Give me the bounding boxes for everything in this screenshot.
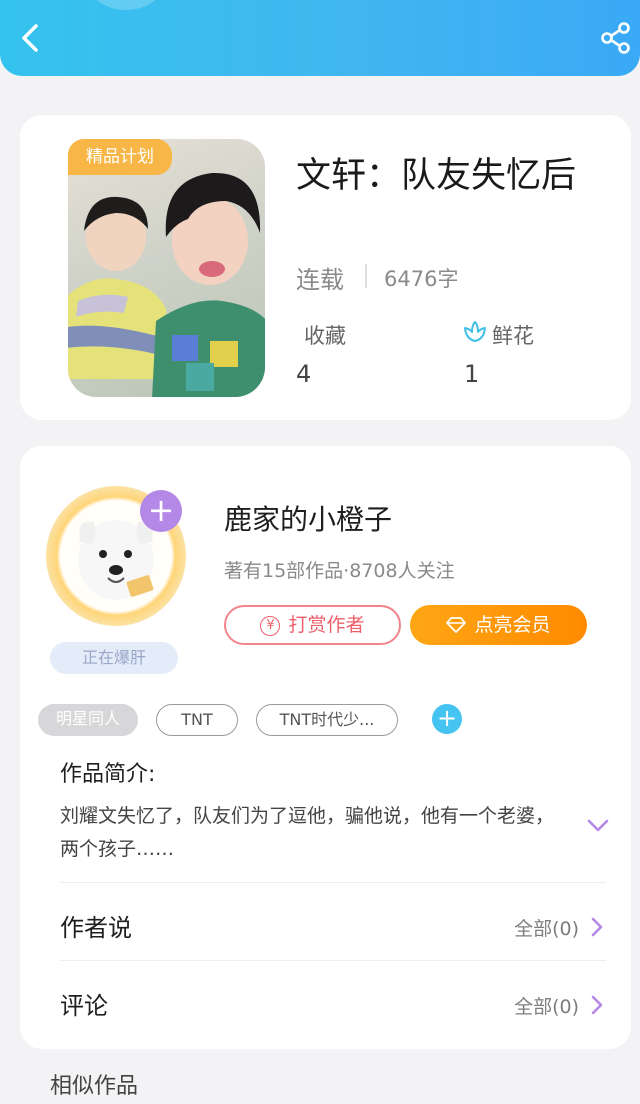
comments-count[interactable]: 全部(0): [514, 992, 579, 1019]
diamond-icon: [446, 617, 467, 633]
tag-item[interactable]: TNT: [156, 704, 238, 736]
activate-vip-button[interactable]: 点亮会员: [410, 605, 587, 645]
activate-vip-label: 点亮会员: [474, 614, 551, 636]
chevron-right-icon[interactable]: [590, 994, 604, 1016]
favorites-count: 4: [296, 360, 312, 388]
premium-plan-badge: 精品计划: [68, 139, 172, 175]
add-tag-button[interactable]: +: [432, 704, 462, 734]
divider: [60, 882, 606, 883]
intro-text: 刘耀文失忆了，队友们为了逗他，骗他说，他有一个老婆，两个孩子……: [60, 805, 555, 860]
divider: [60, 960, 606, 961]
flowers-label: 鲜花: [492, 324, 534, 348]
tip-author-label: 打赏作者: [288, 614, 365, 636]
author-stats: 著有15部作品·8708人关注: [224, 560, 455, 582]
book-title: 文轩：队友失忆后: [296, 156, 577, 196]
book-info-card: 精品计划 文轩：队友失忆后 连载 6476字 收藏 4 鲜花 1: [20, 115, 631, 420]
busy-status-badge: 正在爆肝: [50, 642, 178, 674]
comments-label[interactable]: 评论: [60, 986, 108, 1021]
word-count: 6476字: [384, 267, 459, 291]
flower-icon: [464, 321, 486, 342]
book-cover-image[interactable]: [68, 139, 265, 397]
flowers-count: 1: [464, 360, 480, 388]
header-decoration: [86, 0, 166, 10]
similar-works-heading: 相似作品: [50, 1074, 139, 1099]
yen-icon: ¥: [260, 616, 281, 636]
author-notes-count[interactable]: 全部(0): [514, 914, 579, 941]
favorites-label: 收藏: [304, 324, 346, 348]
serial-status: 连载: [296, 266, 344, 294]
chevron-down-icon[interactable]: [586, 818, 610, 834]
author-name[interactable]: 鹿家的小橙子: [224, 498, 392, 538]
author-card: + 正在爆肝 鹿家的小橙子 著有15部作品·8708人关注 ¥ 打赏作者 点亮会员…: [20, 446, 631, 1049]
top-header: [0, 0, 640, 76]
tag-item[interactable]: TNT时代少...: [256, 704, 398, 736]
follow-author-button[interactable]: +: [140, 490, 182, 532]
share-icon[interactable]: [598, 20, 634, 56]
tip-author-button[interactable]: ¥ 打赏作者: [224, 605, 401, 645]
tag-item[interactable]: 明星同人: [38, 704, 138, 736]
cover-person-right: [152, 172, 265, 397]
status-divider: [365, 264, 367, 288]
intro-heading: 作品简介:: [60, 762, 156, 787]
back-arrow-icon[interactable]: [14, 18, 48, 58]
author-notes-label[interactable]: 作者说: [60, 908, 132, 943]
chevron-right-icon[interactable]: [590, 916, 604, 938]
